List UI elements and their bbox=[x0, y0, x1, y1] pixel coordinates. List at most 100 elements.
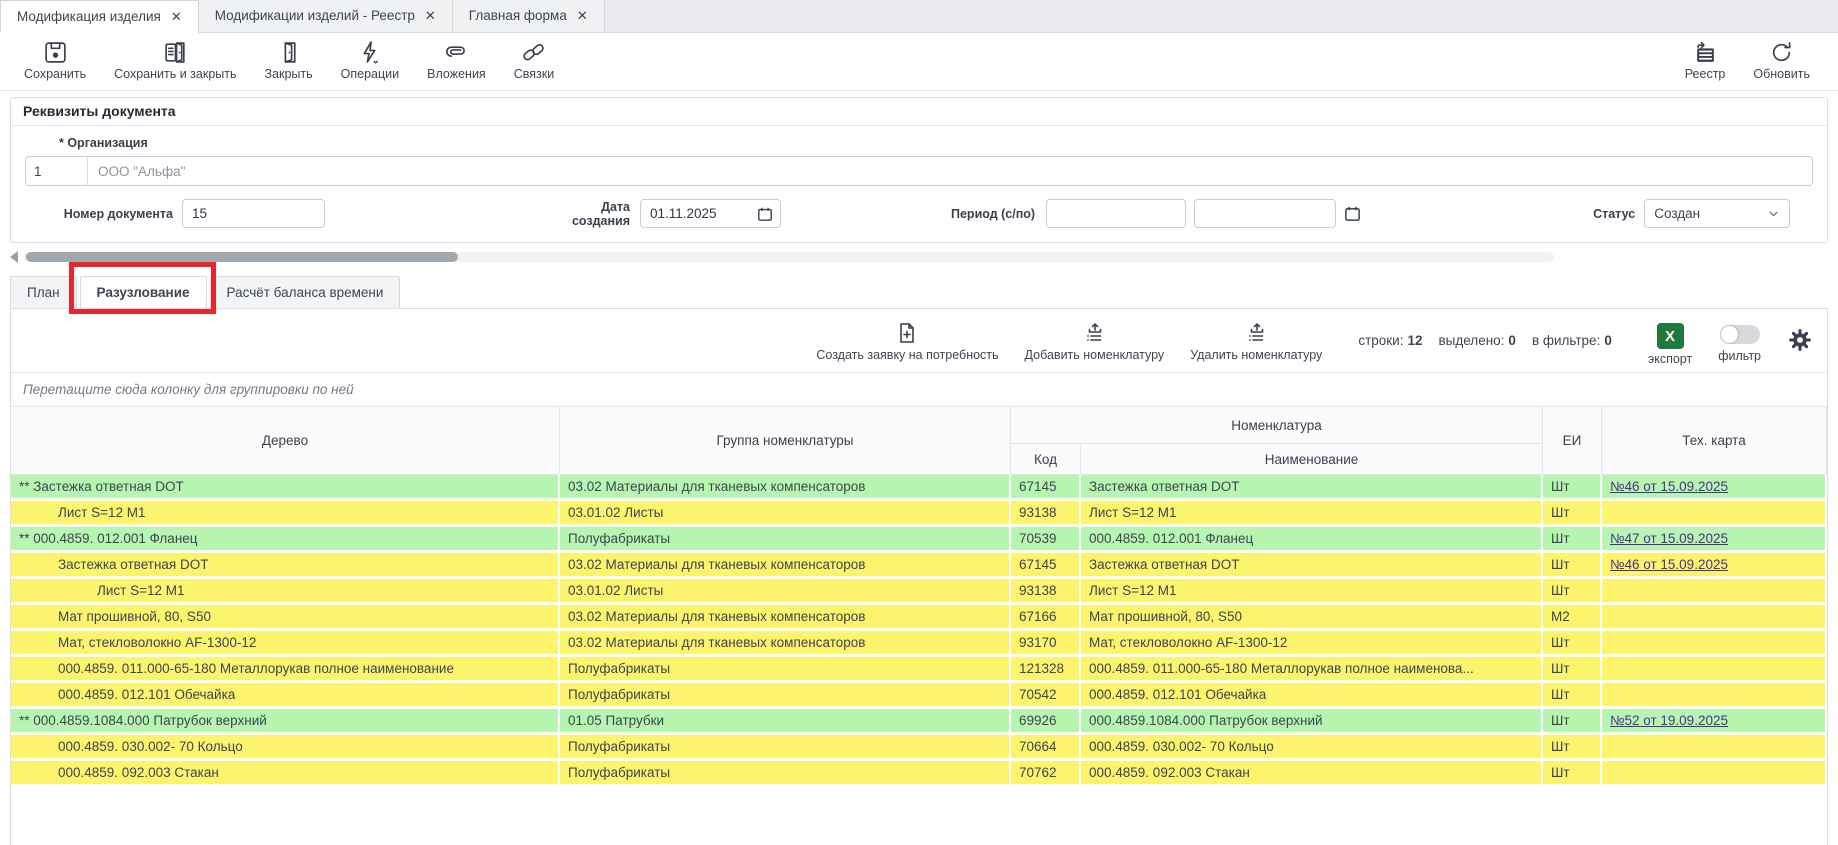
techcard-cell[interactable] bbox=[1602, 631, 1827, 657]
column-header-tree[interactable]: Дерево bbox=[11, 407, 560, 475]
tree-cell[interactable]: ** Застежка ответная DOT bbox=[11, 475, 560, 501]
code-cell[interactable]: 69926 bbox=[1011, 709, 1081, 735]
organization-code-input[interactable]: 1 bbox=[26, 157, 88, 185]
window-tab-registry[interactable]: Модификации изделий - Реестр ✕ bbox=[199, 0, 453, 32]
name-cell[interactable]: 000.4859. 030.002- 70 Кольцо bbox=[1081, 735, 1543, 761]
tree-cell[interactable]: Лист S=12 М1 bbox=[11, 579, 560, 605]
techcard-link[interactable]: №46 от 15.09.2025 bbox=[1610, 479, 1728, 494]
unit-cell[interactable]: Шт bbox=[1543, 553, 1602, 579]
techcard-cell[interactable]: №52 от 19.09.2025 bbox=[1602, 709, 1827, 735]
name-cell[interactable]: 000.4859. 012.001 Фланец bbox=[1081, 527, 1543, 553]
unit-cell[interactable]: Шт bbox=[1543, 735, 1602, 761]
column-header-group[interactable]: Группа номенклатуры bbox=[560, 407, 1011, 475]
techcard-link[interactable]: №47 от 15.09.2025 bbox=[1610, 531, 1728, 546]
techcard-cell[interactable] bbox=[1602, 579, 1827, 605]
techcard-cell[interactable]: №46 от 15.09.2025 bbox=[1602, 475, 1827, 501]
group-cell[interactable]: Полуфабрикаты bbox=[560, 683, 1011, 709]
code-cell[interactable]: 67145 bbox=[1011, 553, 1081, 579]
calendar-icon[interactable] bbox=[757, 206, 773, 222]
toggle-off-icon[interactable] bbox=[1720, 325, 1760, 344]
unit-cell[interactable]: Шт bbox=[1543, 657, 1602, 683]
code-cell[interactable]: 93138 bbox=[1011, 501, 1081, 527]
organization-field[interactable]: 1 ООО "Альфа" bbox=[25, 156, 1813, 186]
group-cell[interactable]: 03.02 Материалы для тканевых компенсатор… bbox=[560, 631, 1011, 657]
name-cell[interactable]: 000.4859.1084.000 Патрубок верхний bbox=[1081, 709, 1543, 735]
techcard-cell[interactable] bbox=[1602, 605, 1827, 631]
code-cell[interactable]: 67145 bbox=[1011, 475, 1081, 501]
close-button[interactable]: Закрыть bbox=[251, 38, 327, 83]
tree-cell[interactable]: Лист S=12 М1 bbox=[11, 501, 560, 527]
add-nomenclature-button[interactable]: Добавить номенклатуру bbox=[1025, 321, 1165, 362]
table-row[interactable]: 000.4859. 012.101 Обечайка Полуфабрикаты… bbox=[11, 683, 1827, 709]
status-select[interactable]: Создан bbox=[1644, 199, 1790, 228]
unit-cell[interactable]: Шт bbox=[1543, 761, 1602, 787]
group-cell[interactable]: 03.01.02 Листы bbox=[560, 579, 1011, 605]
column-header-name[interactable]: Наименование bbox=[1081, 444, 1543, 475]
filter-toggle[interactable]: фильтр bbox=[1718, 321, 1761, 363]
code-cell[interactable]: 121328 bbox=[1011, 657, 1081, 683]
techcard-cell[interactable] bbox=[1602, 683, 1827, 709]
name-cell[interactable]: Мат прошивной, 80, S50 bbox=[1081, 605, 1543, 631]
group-cell[interactable]: Полуфабрикаты bbox=[560, 761, 1011, 787]
group-cell[interactable]: 03.02 Материалы для тканевых компенсатор… bbox=[560, 475, 1011, 501]
organization-name-input[interactable]: ООО "Альфа" bbox=[88, 157, 1812, 185]
name-cell[interactable]: 000.4859. 092.003 Стакан bbox=[1081, 761, 1543, 787]
window-tab-modification[interactable]: Модификация изделия ✕ bbox=[0, 0, 199, 33]
unit-cell[interactable]: Шт bbox=[1543, 709, 1602, 735]
code-cell[interactable]: 70664 bbox=[1011, 735, 1081, 761]
period-to-input[interactable] bbox=[1194, 199, 1336, 228]
period-from-input[interactable] bbox=[1046, 199, 1186, 228]
name-cell[interactable]: Застежка ответная DOT bbox=[1081, 553, 1543, 579]
operations-button[interactable]: Операции bbox=[327, 38, 413, 83]
attachments-button[interactable]: Вложения bbox=[413, 38, 500, 83]
name-cell[interactable]: Застежка ответная DOT bbox=[1081, 475, 1543, 501]
techcard-cell[interactable]: №46 от 15.09.2025 bbox=[1602, 553, 1827, 579]
column-header-unit[interactable]: ЕИ bbox=[1543, 407, 1602, 475]
save-button[interactable]: Сохранить bbox=[10, 38, 100, 83]
name-cell[interactable]: 000.4859. 012.101 Обечайка bbox=[1081, 683, 1543, 709]
links-button[interactable]: Связки bbox=[500, 38, 568, 83]
group-cell[interactable]: 01.05 Патрубки bbox=[560, 709, 1011, 735]
table-row[interactable]: Мат прошивной, 80, S50 03.02 Материалы д… bbox=[11, 605, 1827, 631]
name-cell[interactable]: Мат, стекловолокно AF-1300-12 bbox=[1081, 631, 1543, 657]
code-cell[interactable]: 70762 bbox=[1011, 761, 1081, 787]
tree-cell[interactable]: Мат, стекловолокно AF-1300-12 bbox=[11, 631, 560, 657]
unit-cell[interactable]: М2 bbox=[1543, 605, 1602, 631]
tree-cell[interactable]: 000.4859. 030.002- 70 Кольцо bbox=[11, 735, 560, 761]
group-cell[interactable]: Полуфабрикаты bbox=[560, 527, 1011, 553]
code-cell[interactable]: 93138 bbox=[1011, 579, 1081, 605]
close-icon[interactable]: ✕ bbox=[577, 8, 588, 24]
tree-cell[interactable]: ** 000.4859. 012.001 Фланец bbox=[11, 527, 560, 553]
registry-button[interactable]: Реестр bbox=[1671, 38, 1740, 83]
group-cell[interactable]: 03.02 Материалы для тканевых компенсатор… bbox=[560, 605, 1011, 631]
tab-time-balance[interactable]: Расчёт баланса времени bbox=[210, 276, 401, 308]
table-row[interactable]: Лист S=12 М1 03.01.02 Листы 93138 Лист S… bbox=[11, 579, 1827, 605]
scroll-left-arrow[interactable] bbox=[10, 251, 18, 263]
delete-nomenclature-button[interactable]: Удалить номенклатуру bbox=[1190, 321, 1322, 362]
techcard-cell[interactable] bbox=[1602, 657, 1827, 683]
name-cell[interactable]: 000.4859. 011.000-65-180 Металлорукав по… bbox=[1081, 657, 1543, 683]
tab-razuzlovanie[interactable]: Разузлование bbox=[80, 276, 207, 308]
table-row[interactable]: Мат, стекловолокно AF-1300-12 03.02 Мате… bbox=[11, 631, 1827, 657]
window-tab-main-form[interactable]: Главная форма ✕ bbox=[453, 0, 605, 32]
column-header-techcard[interactable]: Тех. карта bbox=[1602, 407, 1827, 475]
column-header-nomenclature[interactable]: Номенклатура bbox=[1011, 407, 1543, 444]
name-cell[interactable]: Лист S=12 М1 bbox=[1081, 501, 1543, 527]
unit-cell[interactable]: Шт bbox=[1543, 527, 1602, 553]
code-cell[interactable]: 93170 bbox=[1011, 631, 1081, 657]
code-cell[interactable]: 70542 bbox=[1011, 683, 1081, 709]
unit-cell[interactable]: Шт bbox=[1543, 501, 1602, 527]
code-cell[interactable]: 70539 bbox=[1011, 527, 1081, 553]
save-and-close-button[interactable]: Сохранить и закрыть bbox=[100, 38, 250, 83]
create-demand-request-button[interactable]: Создать заявку на потребность bbox=[816, 321, 998, 362]
calendar-icon[interactable] bbox=[1344, 205, 1361, 222]
tree-cell[interactable]: 000.4859. 092.003 Стакан bbox=[11, 761, 560, 787]
techcard-link[interactable]: №46 от 15.09.2025 bbox=[1610, 557, 1728, 572]
table-row[interactable]: 000.4859. 092.003 Стакан Полуфабрикаты 7… bbox=[11, 761, 1827, 787]
techcard-cell[interactable] bbox=[1602, 761, 1827, 787]
techcard-cell[interactable]: №47 от 15.09.2025 bbox=[1602, 527, 1827, 553]
tree-cell[interactable]: Застежка ответная DOT bbox=[11, 553, 560, 579]
tree-cell[interactable]: Мат прошивной, 80, S50 bbox=[11, 605, 560, 631]
group-cell[interactable]: Полуфабрикаты bbox=[560, 657, 1011, 683]
settings-button[interactable] bbox=[1787, 321, 1813, 358]
